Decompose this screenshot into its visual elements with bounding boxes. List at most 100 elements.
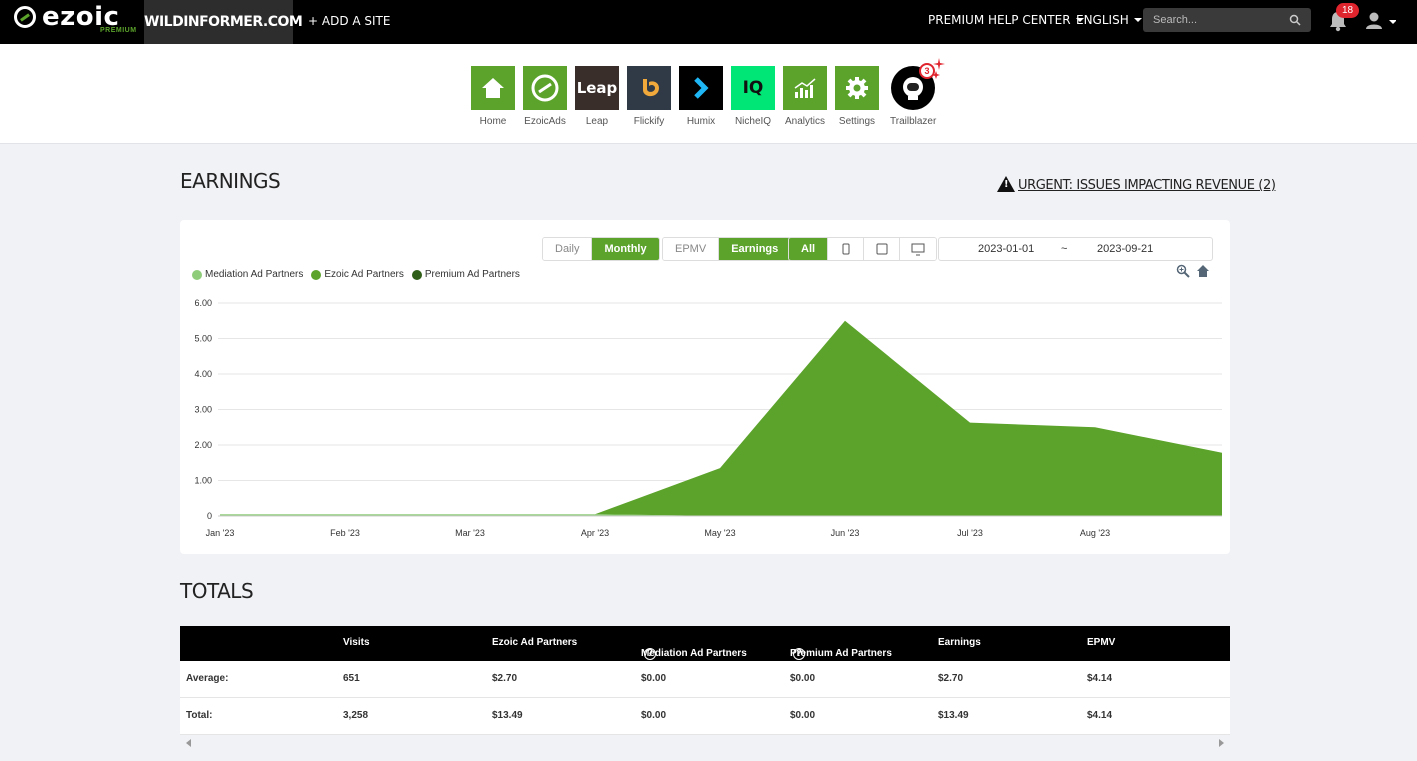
app-analytics[interactable]: Analytics [782,66,828,127]
x-tick-label: Apr '23 [581,528,609,538]
app-label: Home [479,116,507,127]
daily-button[interactable]: Daily [543,238,593,260]
row-label: Average: [186,673,229,684]
y-tick-label: 4.00 [194,369,212,379]
app-leap[interactable]: Leap Leap [574,66,620,127]
metric-toggle: EPMV Earnings [662,237,792,261]
app-nicheiq[interactable]: IQ NicheIQ [730,66,776,127]
desktop-icon [911,243,925,256]
col-header: Earnings [938,637,981,648]
urgent-label: URGENT: ISSUES IMPACTING REVENUE (2) [1018,178,1276,193]
help-center-menu[interactable]: HELP CENTER [988,0,1084,44]
notification-badge: 18 [1336,3,1359,18]
earnings-button[interactable]: Earnings [719,238,791,260]
premium-link[interactable]: PREMIUM [928,0,984,44]
app-label: EzoicAds [524,116,566,127]
language-menu[interactable]: ENGLISH [1076,0,1142,44]
flickify-tile [627,66,671,110]
col-header-label: Premium Ad Partners [790,648,892,659]
table-cell: $13.49 [492,710,523,721]
app-home[interactable]: Home [470,66,516,127]
app-label: Humix [686,116,716,127]
col-header: Visits [343,637,370,648]
scroll-right-icon[interactable] [1219,739,1224,747]
table-header: Visits Ezoic Ad Partners Mediation Ad Pa… [180,626,1230,661]
warning-icon [997,176,1015,192]
search-box [1143,8,1311,32]
legend-item[interactable]: Premium Ad Partners [411,269,520,280]
help-center-label: HELP CENTER [988,13,1071,27]
table-cell: $4.14 [1087,673,1113,684]
y-tick-label: 6.00 [194,298,212,308]
x-tick-label: Jun '23 [831,528,860,538]
legend-item[interactable]: Ezoic Ad Partners [311,269,404,280]
legend-item[interactable]: Mediation Ad Partners [192,269,303,280]
house-icon [482,78,504,98]
app-trailblazer[interactable]: 3 Trailblazer [890,58,945,127]
tablet-button[interactable] [864,238,901,260]
table-row: Total: 3,258 $13.49 $0.00 $0.00 $13.49 $… [180,698,1230,735]
earnings-chart-card: Daily Monthly EPMV Earnings All 2023-01-… [180,220,1230,554]
epmv-button[interactable]: EPMV [663,238,720,260]
bar-chart-icon [794,78,816,98]
app-label: Analytics [784,116,825,127]
scroll-left-icon[interactable] [186,739,191,747]
urgent-issues-link[interactable]: URGENT: ISSUES IMPACTING REVENUE (2) [997,176,1276,193]
reset-zoom-home-icon[interactable] [1196,264,1210,278]
table-cell: 3,258 [343,710,369,721]
table-row: Average: 651 $2.70 $0.00 $0.00 $2.70 $4.… [180,661,1230,698]
question-icon[interactable]: ? [793,648,805,660]
question-icon[interactable]: ? [644,648,656,660]
search-input[interactable] [1143,8,1283,32]
home-tile [471,66,515,110]
flickify-icon [643,79,659,97]
horizontal-scrollbar[interactable] [180,735,1230,751]
table-cell: $0.00 [641,673,667,684]
table-cell: $4.14 [1087,710,1113,721]
apps-bar: Home EzoicAds Leap Leap Flickify Humix I… [0,44,1417,144]
monthly-button[interactable]: Monthly [592,238,659,260]
earnings-chart: 0 1.00 2.00 3.00 4.00 5.00 6.00 Jan '23 Feb '23 M… [194,298,1222,538]
date-range-picker[interactable]: 2023-01-01 ~ 2023-09-21 [938,237,1213,261]
table-cell: $0.00 [790,710,816,721]
earnings-heading: EARNINGS [180,169,281,193]
desktop-button[interactable] [900,238,937,260]
ezoic-logo[interactable]: ezoic PREMIUM [14,2,136,40]
mobile-button[interactable] [828,238,865,260]
table-cell: $2.70 [492,673,518,684]
x-tick-label: May '23 [704,528,735,538]
add-site-link[interactable]: + ADD A SITE [308,0,390,44]
site-selector[interactable]: WILDINFORMER.COM [144,0,303,44]
gear-icon [846,77,868,99]
x-tick-label: Jan '23 [206,528,235,538]
legend-label: Premium Ad Partners [424,269,520,280]
zoom-icon[interactable] [1176,264,1190,278]
y-tick-label: 0 [207,511,212,521]
table-cell: $2.70 [938,673,964,684]
x-tick-label: Mar '23 [455,528,485,538]
ezoic-logo-icon [14,6,36,28]
date-end: 2023-09-21 [1097,243,1154,255]
search-icon[interactable] [1289,14,1301,26]
x-tick-label: Jul '23 [957,528,983,538]
all-devices-button[interactable]: All [789,238,829,260]
legend-dot [311,269,322,280]
user-menu[interactable] [1366,11,1397,31]
y-tick-label: 3.00 [194,405,212,415]
legend-label: Ezoic Ad Partners [324,269,404,280]
nicheiq-tile: IQ [731,66,775,110]
tablet-icon [876,243,888,255]
y-tick-label: 5.00 [194,334,212,344]
col-header-label: Mediation Ad Partners [641,648,747,659]
row-label: Total: [186,710,213,721]
app-flickify[interactable]: Flickify [626,66,672,127]
app-label: Leap [585,116,609,127]
chevron-down-icon [1133,18,1142,22]
app-settings[interactable]: Settings [834,66,880,127]
app-humix[interactable]: Humix [678,66,724,127]
y-tick-label: 2.00 [194,440,212,450]
device-toggle: All [788,237,938,261]
ezoicads-tile [523,66,567,110]
app-ezoicads[interactable]: EzoicAds [522,66,568,127]
table-cell: 651 [343,673,360,684]
